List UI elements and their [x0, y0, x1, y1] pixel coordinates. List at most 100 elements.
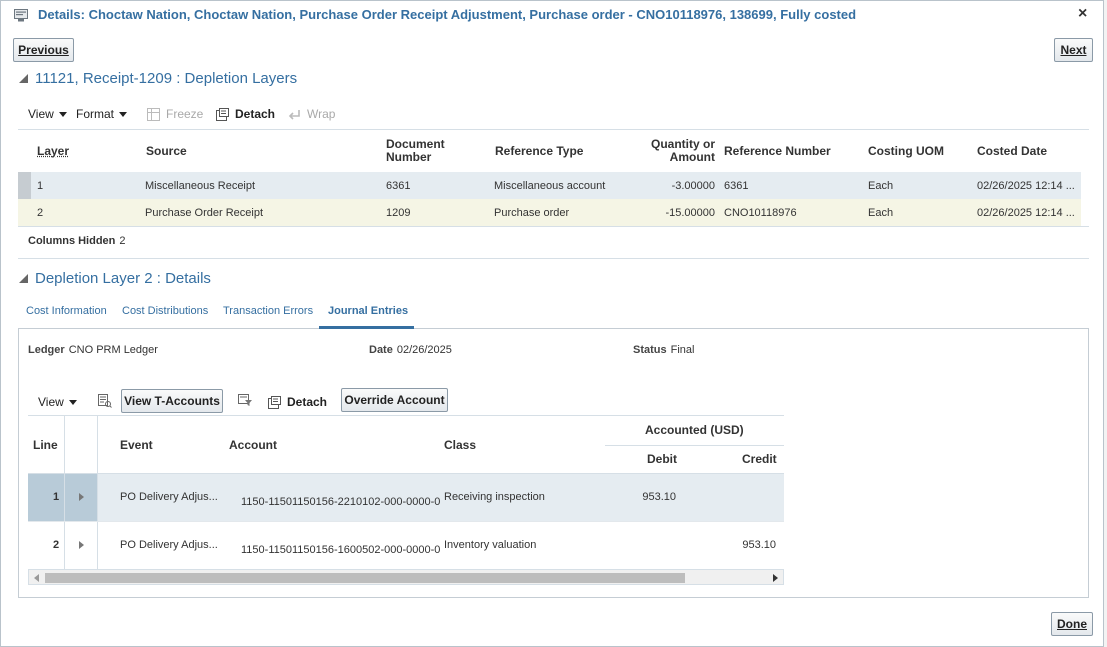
column-header-costing-uom[interactable]: Costing UOM	[868, 145, 944, 158]
cell-document-number: 6361	[386, 180, 411, 192]
cell-quantity: -15.00000	[665, 207, 715, 219]
done-button[interactable]: Done	[1051, 612, 1093, 636]
table-row[interactable]: 2 Purchase Order Receipt 1209 Purchase o…	[18, 199, 1081, 226]
line-cell: 2	[28, 522, 64, 570]
depletion-layers-table: Layer Source Document Number Reference T…	[18, 129, 1089, 227]
scroll-left-icon[interactable]	[34, 574, 39, 582]
close-icon[interactable]: ×	[1078, 5, 1087, 23]
column-header-event[interactable]: Event	[120, 439, 153, 452]
scrollbar-thumb[interactable]	[45, 573, 685, 583]
cell-reference-number: CNO10118976	[724, 207, 797, 219]
ledger-field: Ledger CNO PRM Ledger	[28, 344, 158, 356]
ledger-value: CNO PRM Ledger	[68, 344, 158, 356]
cell-source: Purchase Order Receipt	[145, 207, 263, 219]
freeze-label: Freeze	[166, 107, 204, 121]
cell-reference-type: Purchase order	[494, 207, 570, 219]
line-header-cell: Line	[28, 416, 64, 473]
query-by-example-icon[interactable]	[98, 394, 112, 408]
column-header-line[interactable]: Line	[33, 439, 58, 452]
column-header-reference-type[interactable]: Reference Type	[495, 145, 583, 158]
view-t-accounts-button[interactable]: View T-Accounts	[121, 389, 223, 413]
ledger-label: Ledger	[28, 344, 65, 356]
cell-document-number: 1209	[386, 207, 411, 219]
previous-button[interactable]: Previous	[13, 38, 74, 62]
journal-detach-button[interactable]: Detach	[268, 395, 327, 409]
cell-class: Inventory valuation	[444, 539, 537, 551]
next-button[interactable]: Next	[1054, 38, 1093, 62]
column-header-reference-number[interactable]: Reference Number	[724, 145, 831, 158]
column-header-document-number[interactable]: Document Number	[386, 138, 456, 164]
header-divider	[605, 445, 784, 446]
row-expand-toggle[interactable]	[64, 474, 98, 522]
tab-cost-distributions[interactable]: Cost Distributions	[122, 305, 208, 317]
collapse-triangle-icon[interactable]	[19, 74, 28, 83]
columns-hidden-indicator: Columns Hidden 2	[28, 235, 126, 247]
table-row[interactable]: 2 PO Delivery Adjus... 1150-11501150156-…	[28, 521, 784, 570]
date-label: Date	[369, 344, 393, 356]
column-header-quantity[interactable]: Quantity or Amount	[632, 138, 715, 164]
row-selector[interactable]	[18, 172, 31, 199]
wrap-label: Wrap	[307, 107, 336, 121]
column-header-costed-date[interactable]: Costed Date	[977, 145, 1047, 158]
cell-line: 1	[53, 491, 60, 503]
override-account-button[interactable]: Override Account	[341, 388, 448, 412]
horizontal-scrollbar[interactable]	[28, 569, 784, 585]
cell-event: PO Delivery Adjus...	[120, 491, 218, 503]
dialog-title-bar: Details: Choctaw Nation, Choctaw Nation,…	[1, 1, 1103, 29]
cell-costing-uom: Each	[868, 207, 894, 219]
done-label: Done	[1057, 617, 1087, 631]
column-header-debit[interactable]: Debit	[647, 453, 677, 466]
cell-source: Miscellaneous Receipt	[145, 180, 256, 192]
cell-class: Receiving inspection	[444, 491, 545, 503]
tab-cost-information[interactable]: Cost Information	[26, 305, 107, 317]
cell-event: PO Delivery Adjus...	[120, 539, 218, 551]
format-menu[interactable]: Format	[76, 107, 128, 121]
journal-view-menu[interactable]: View	[38, 395, 77, 409]
date-field: Date 02/26/2025	[369, 344, 452, 356]
status-label: Status	[633, 344, 667, 356]
cell-account: 1150-11501150156-2210102-000-0000-0(	[241, 496, 440, 508]
column-header-class[interactable]: Class	[444, 439, 476, 452]
previous-label: Previous	[18, 43, 69, 57]
column-header-account[interactable]: Account	[229, 439, 277, 452]
detach-label: Detach	[235, 107, 276, 121]
status-value: Final	[670, 344, 695, 356]
cell-reference-type: Miscellaneous account	[494, 180, 606, 192]
cell-costed-date: 02/26/2025 12:14 ...	[977, 207, 1075, 219]
cell-costing-uom: Each	[868, 180, 894, 192]
tab-transaction-errors[interactable]: Transaction Errors	[223, 305, 313, 317]
cell-reference-number: 6361	[724, 180, 749, 192]
detach-button[interactable]: Detach	[216, 107, 275, 121]
cell-quantity: -3.00000	[671, 180, 715, 192]
table-row[interactable]: 1 PO Delivery Adjus... 1150-11501150156-…	[28, 473, 784, 522]
freeze-icon	[147, 107, 160, 121]
section-divider	[18, 258, 1089, 259]
collapse-triangle-icon[interactable]	[19, 274, 28, 283]
columns-hidden-label: Columns Hidden	[28, 235, 116, 247]
detach-icon	[216, 107, 229, 121]
chevron-down-icon	[58, 111, 67, 117]
freeze-button[interactable]: Freeze	[147, 107, 203, 121]
next-label: Next	[1060, 43, 1087, 57]
journal-detach-label: Detach	[287, 395, 328, 409]
depletion-layers-title: 11121, Receipt-1209 : Depletion Layers	[35, 70, 298, 87]
cell-costed-date: 02/26/2025 12:14 ...	[977, 180, 1075, 192]
detail-tabs: Cost Information Cost Distributions Tran…	[18, 297, 1089, 329]
scroll-right-icon[interactable]	[773, 574, 778, 582]
chevron-down-icon	[119, 111, 128, 117]
table-row[interactable]: 1 Miscellaneous Receipt 6361 Miscellaneo…	[18, 172, 1081, 199]
expand-header-cell	[64, 416, 98, 473]
wrap-button[interactable]: Wrap	[288, 107, 335, 121]
filter-icon[interactable]	[238, 394, 253, 407]
dialog-title: Details: Choctaw Nation, Choctaw Nation,…	[38, 7, 857, 22]
line-cell: 1	[28, 474, 64, 522]
view-menu[interactable]: View	[28, 107, 67, 121]
row-expand-toggle[interactable]	[64, 522, 98, 570]
tab-journal-entries[interactable]: Journal Entries	[328, 305, 408, 317]
column-header-credit[interactable]: Credit	[742, 453, 777, 466]
cell-layer: 2	[37, 207, 44, 219]
column-header-layer[interactable]: Layer	[37, 145, 69, 158]
column-header-accounted-usd: Accounted (USD)	[645, 423, 744, 437]
column-header-source[interactable]: Source	[146, 145, 187, 158]
view-menu-label: View	[28, 107, 54, 121]
